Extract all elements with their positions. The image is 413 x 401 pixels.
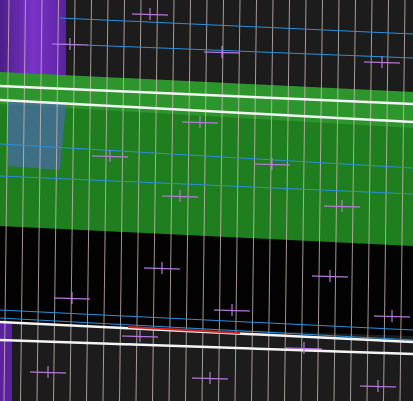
cross-marker bbox=[121, 330, 159, 342]
cross-marker bbox=[29, 366, 67, 378]
cross-marker bbox=[203, 46, 241, 58]
scene-canvas[interactable] bbox=[0, 0, 413, 401]
cross-marker bbox=[131, 8, 169, 20]
cross-marker bbox=[363, 56, 401, 68]
cross-marker bbox=[191, 372, 229, 384]
render-viewport[interactable] bbox=[0, 0, 413, 401]
cross-marker bbox=[359, 380, 397, 392]
cross-marker bbox=[285, 342, 323, 354]
